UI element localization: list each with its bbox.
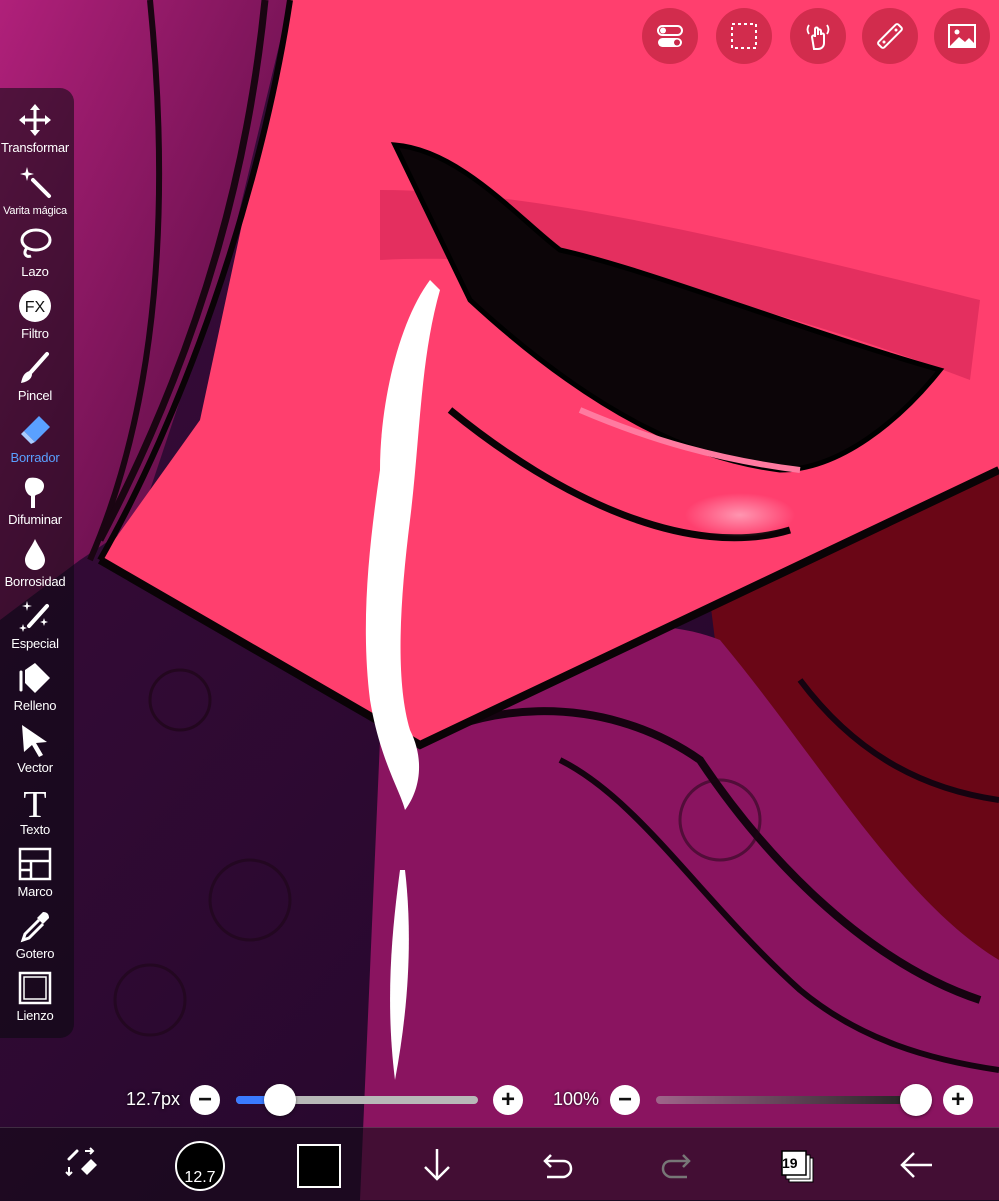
brush-size-readout: 12.7px (126, 1089, 181, 1109)
tool-gotero[interactable]: Gotero (0, 906, 70, 968)
tool-label: Especial (11, 636, 59, 651)
layers-button[interactable]: 19 (773, 1142, 819, 1188)
tool-label: Varita mágica (3, 205, 67, 217)
svg-text:T: T (23, 784, 46, 820)
tool-label: Transformar (0, 140, 70, 155)
hand-gesture-icon (806, 24, 830, 50)
tool-label: Lazo (21, 264, 49, 279)
tool-texto[interactable]: T Texto (0, 782, 70, 844)
undo-button[interactable] (534, 1142, 580, 1188)
bucket-icon (19, 663, 50, 693)
opacity-decrease-button[interactable]: − (610, 1085, 640, 1115)
image-icon (948, 24, 976, 48)
tool-pincel[interactable]: Pincel (0, 348, 70, 410)
text-t-icon: T (23, 784, 46, 820)
tool-varita-magica[interactable]: Varita mágica (0, 162, 70, 224)
opacity-increase-button[interactable]: + (943, 1085, 973, 1115)
brush-icon (21, 352, 49, 383)
settings-toggle-button[interactable] (642, 8, 698, 64)
tool-borrosidad[interactable]: Borrosidad (0, 534, 70, 596)
image-button[interactable] (934, 8, 990, 64)
tool-label: Texto (19, 822, 51, 837)
tool-label: Pincel (17, 388, 53, 403)
brush-size-decrease-button[interactable]: − (190, 1085, 220, 1115)
tool-label: Marco (17, 884, 53, 899)
svg-text:FX: FX (25, 299, 46, 316)
tool-label: Filtro (21, 326, 49, 341)
download-button[interactable] (414, 1142, 460, 1188)
eyedropper-icon (20, 912, 49, 943)
move-arrows-icon (19, 104, 51, 136)
opacity-readout: 100% (553, 1089, 600, 1109)
hand-button[interactable] (790, 8, 846, 64)
smudge-icon (24, 477, 45, 508)
brush-size-value: 12.7 (184, 1169, 216, 1186)
tool-palette: Transformar Varita mágica Lazo FX Filtro… (0, 88, 74, 1038)
tool-especial[interactable]: Especial (0, 596, 70, 658)
brush-size-increase-button[interactable]: + (493, 1085, 523, 1115)
redo-icon (661, 1154, 691, 1179)
redo-button[interactable] (654, 1142, 700, 1188)
brush-size-knob[interactable] (263, 1084, 296, 1116)
brush-size-button[interactable]: 12.7 (175, 1141, 225, 1191)
selection-button[interactable] (716, 8, 772, 64)
tool-label: Gotero (15, 946, 55, 961)
tool-filtro[interactable]: FX Filtro (0, 286, 70, 348)
eraser-icon (21, 416, 50, 444)
tool-label: Difuminar (8, 512, 62, 527)
drawing-canvas[interactable] (0, 0, 999, 1200)
tool-borrador[interactable]: Borrador (0, 410, 70, 472)
brush-eraser-swap-icon (65, 1147, 97, 1177)
magic-wand-icon (20, 167, 51, 198)
tool-label: Relleno (13, 698, 57, 713)
lasso-icon (20, 228, 52, 258)
fx-icon: FX (19, 290, 51, 322)
opacity-slider[interactable] (656, 1096, 918, 1104)
undo-icon (543, 1154, 573, 1179)
color-swatch-button[interactable] (297, 1144, 341, 1188)
bottom-toolbar: 12.7 19 (0, 1127, 999, 1201)
layers-count: 19 (782, 1155, 798, 1171)
tool-lienzo[interactable]: Lienzo (0, 968, 70, 1030)
canvas-icon (18, 971, 52, 1005)
dashed-selection-icon (731, 23, 757, 49)
ruler-button[interactable] (862, 8, 918, 64)
tool-relleno[interactable]: Relleno (0, 658, 70, 720)
arrow-cursor-icon (22, 725, 47, 757)
frame-icon (18, 847, 52, 881)
tool-label: Vector (17, 760, 53, 775)
arrow-down-icon (424, 1149, 450, 1181)
tool-label: Borrosidad (4, 574, 66, 589)
toggles-icon (657, 25, 683, 47)
opacity-knob[interactable] (900, 1084, 932, 1116)
tool-difuminar[interactable]: Difuminar (0, 472, 70, 534)
drop-icon (25, 539, 45, 570)
tool-vector[interactable]: Vector (0, 720, 70, 782)
ruler-icon (877, 23, 903, 49)
tool-lazo[interactable]: Lazo (0, 224, 70, 286)
back-button[interactable] (893, 1142, 939, 1188)
tool-label: Lienzo (16, 1008, 54, 1023)
swap-brush-eraser-button[interactable] (60, 1142, 106, 1188)
sparkle-pen-icon (19, 601, 49, 632)
tool-marco[interactable]: Marco (0, 844, 70, 906)
arrow-left-icon (900, 1152, 932, 1178)
tool-transformar[interactable]: Transformar (0, 100, 70, 162)
tool-label: Borrador (10, 450, 60, 465)
